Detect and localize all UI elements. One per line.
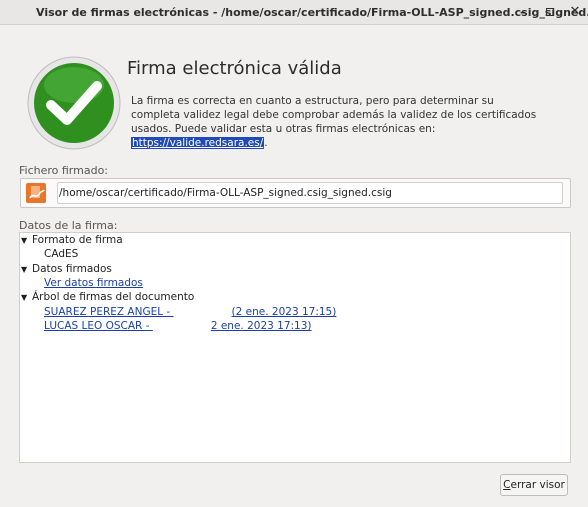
redacted-area xyxy=(173,307,232,317)
close-window-button[interactable]: ✕ xyxy=(567,4,583,20)
maximize-button[interactable] xyxy=(542,4,558,20)
expand-arrow-icon[interactable]: ▼ xyxy=(21,236,29,245)
signature-data-tree[interactable]: ▼ Formato de firma CAdES ▼ Datos firmados … xyxy=(19,232,571,463)
minimize-button[interactable]: – xyxy=(515,4,531,20)
signed-file-path: /home/oscar/certificado/Firma-OLL-ASP_si… xyxy=(59,187,392,199)
close-button-mnemonic: C xyxy=(503,479,511,491)
signed-file-box: /home/oscar/certificado/Firma-OLL-ASP_si… xyxy=(20,178,571,208)
signature-viewer-window: Visor de firmas electrónicas - /home/osc… xyxy=(0,0,588,507)
expand-arrow-icon[interactable]: ▼ xyxy=(21,293,29,302)
expand-arrow-icon[interactable]: ▼ xyxy=(21,265,29,274)
signer-2-date: 2 ene. 2023 17:13) xyxy=(210,320,312,332)
format-label: Formato de firma xyxy=(32,234,123,246)
signed-data-label: Datos firmados xyxy=(32,263,112,275)
signature-data-label: Datos de la firma: xyxy=(19,219,118,232)
signature-tree-label: Árbol de firmas del documento xyxy=(32,291,195,303)
close-viewer-button[interactable]: Cerrar visor xyxy=(500,474,568,496)
format-value: CAdES xyxy=(44,248,79,260)
tree-node-format[interactable]: ▼ Formato de firma xyxy=(21,234,123,246)
validation-link[interactable]: https://valide.redsara.es/ xyxy=(131,137,265,149)
status-headline: Firma electrónica válida xyxy=(127,58,342,79)
status-description: La firma es correcta en cuanto a estruct… xyxy=(131,94,541,150)
description-text: La firma es correcta en cuanto a estruct… xyxy=(131,95,537,135)
signer-2-name: LUCAS LEO OSCAR - xyxy=(44,320,153,332)
window-title: Visor de firmas electrónicas - /home/osc… xyxy=(36,6,588,19)
maximize-icon xyxy=(546,8,554,16)
signer-1-name: SUAREZ PEREZ ANGEL - xyxy=(44,306,174,318)
titlebar[interactable]: Visor de firmas electrónicas - /home/osc… xyxy=(0,0,588,25)
close-button-label: errar visor xyxy=(510,479,565,491)
signed-file-path-field[interactable]: /home/oscar/certificado/Firma-OLL-ASP_si… xyxy=(57,182,563,204)
signer-1-date: (2 ene. 2023 17:15) xyxy=(231,306,337,318)
document-signature-icon xyxy=(26,183,48,203)
valid-signature-badge-icon xyxy=(26,55,122,151)
signer-link-1[interactable]: SUAREZ PEREZ ANGEL - (2 ene. 2023 17:15) xyxy=(44,306,336,318)
redacted-area xyxy=(152,321,211,331)
signer-link-2[interactable]: LUCAS LEO OSCAR - 2 ene. 2023 17:13) xyxy=(44,320,312,332)
signed-file-label: Fichero firmado: xyxy=(19,164,109,177)
tree-node-signature-tree[interactable]: ▼ Árbol de firmas del documento xyxy=(21,291,194,303)
description-end: . xyxy=(264,137,268,149)
tree-node-signed-data[interactable]: ▼ Datos firmados xyxy=(21,263,112,275)
view-signed-data-link[interactable]: Ver datos firmados xyxy=(44,277,143,289)
